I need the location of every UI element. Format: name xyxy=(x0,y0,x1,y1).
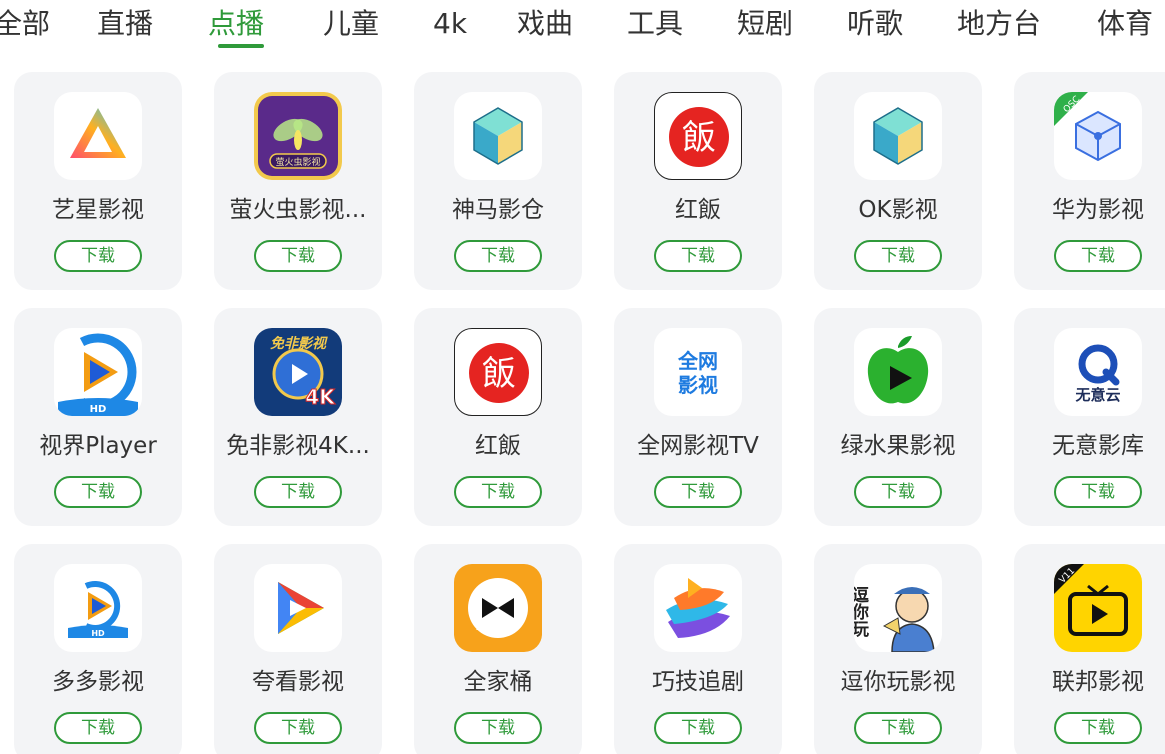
download-button[interactable]: 下载 xyxy=(854,712,942,744)
app-name: 全家桶 xyxy=(463,669,533,695)
app-name: 联邦影视 xyxy=(1052,669,1144,695)
mianfei-4k-icon: 免非影视 4K xyxy=(254,328,342,416)
download-button[interactable]: 下载 xyxy=(654,712,742,744)
app-card[interactable]: 艺星影视 下载 xyxy=(14,72,182,290)
download-button[interactable]: 下载 xyxy=(654,476,742,508)
app-card[interactable]: 无意云 无意影库 下载 xyxy=(1014,308,1165,526)
download-button[interactable]: 下载 xyxy=(1054,476,1142,508)
app-name: 夸看影视 xyxy=(252,669,344,695)
app-card[interactable]: HD 多多影视 下载 xyxy=(14,544,182,754)
svg-text:免非影视: 免非影视 xyxy=(270,335,328,352)
quanjiatong-bowtie-icon xyxy=(454,564,542,652)
app-card[interactable]: 夸看影视 下载 xyxy=(214,544,382,754)
app-name: 巧技追剧 xyxy=(652,669,744,695)
app-card[interactable]: OSC 华为影视 下载 xyxy=(1014,72,1165,290)
app-name: 逗你玩影视 xyxy=(840,669,956,695)
svg-text:无意云: 无意云 xyxy=(1074,386,1120,404)
download-button[interactable]: 下载 xyxy=(454,476,542,508)
app-card[interactable]: 飯 红飯 下载 xyxy=(614,72,782,290)
app-grid: 艺星影视 下载 萤火虫影视 萤火虫影视... 下载 神马影仓 下载 飯 红飯 下… xyxy=(0,0,1165,754)
app-card[interactable]: 萤火虫影视 萤火虫影视... 下载 xyxy=(214,72,382,290)
download-button[interactable]: 下载 xyxy=(1054,712,1142,744)
hongfan-icon: 飯 xyxy=(654,92,742,180)
qiaoji-wave-icon xyxy=(654,564,742,652)
download-button[interactable]: 下载 xyxy=(54,712,142,744)
ok-cube-icon xyxy=(854,92,942,180)
yixing-prism-icon xyxy=(54,92,142,180)
app-name: 免非影视4K... xyxy=(226,433,370,459)
download-button[interactable]: 下载 xyxy=(254,476,342,508)
lianbang-tv-icon: V11 xyxy=(1054,564,1142,652)
app-name: 视界Player xyxy=(39,433,157,459)
svg-text:萤火虫影视: 萤火虫影视 xyxy=(275,156,320,168)
download-button[interactable]: 下载 xyxy=(454,240,542,272)
green-apple-icon xyxy=(854,328,942,416)
app-name: OK影视 xyxy=(858,197,938,223)
app-card[interactable]: V11 联邦影视 下载 xyxy=(1014,544,1165,754)
app-card[interactable]: HD 视界Player 下载 xyxy=(14,308,182,526)
hongfan-icon: 飯 xyxy=(454,328,542,416)
app-card[interactable]: 绿水果影视 下载 xyxy=(814,308,982,526)
svg-text:逗你玩: 逗你玩 xyxy=(854,586,870,638)
app-card[interactable]: 巧技追剧 下载 xyxy=(614,544,782,754)
app-name: 华为影视 xyxy=(1052,197,1144,223)
firefly-icon: 萤火虫影视 xyxy=(254,92,342,180)
app-name: 红飯 xyxy=(675,197,721,223)
wuyiyun-icon: 无意云 xyxy=(1054,328,1142,416)
app-name: 绿水果影视 xyxy=(840,433,956,459)
app-card[interactable]: OK影视 下载 xyxy=(814,72,982,290)
app-card[interactable]: 逗你玩 逗你玩影视 下载 xyxy=(814,544,982,754)
huawei-cube-icon: OSC xyxy=(1054,92,1142,180)
shenma-cube-icon xyxy=(454,92,542,180)
app-card[interactable]: 飯 红飯 下载 xyxy=(414,308,582,526)
download-button[interactable]: 下载 xyxy=(254,240,342,272)
download-button[interactable]: 下载 xyxy=(54,476,142,508)
svg-text:全网: 全网 xyxy=(677,349,718,373)
svg-text:飯: 飯 xyxy=(682,118,716,158)
svg-text:4K: 4K xyxy=(305,385,336,409)
download-button[interactable]: 下载 xyxy=(454,712,542,744)
app-name: 全网影视TV xyxy=(637,433,759,459)
download-button[interactable]: 下载 xyxy=(654,240,742,272)
svg-text:HD: HD xyxy=(91,629,105,638)
app-card[interactable]: 免非影视 4K 免非影视4K... 下载 xyxy=(214,308,382,526)
svg-text:HD: HD xyxy=(90,404,107,415)
download-button[interactable]: 下载 xyxy=(54,240,142,272)
svg-text:影视: 影视 xyxy=(678,373,718,397)
app-card[interactable]: 神马影仓 下载 xyxy=(414,72,582,290)
app-name: 艺星影视 xyxy=(52,197,144,223)
download-button[interactable]: 下载 xyxy=(854,476,942,508)
app-card[interactable]: 全家桶 下载 xyxy=(414,544,582,754)
download-button[interactable]: 下载 xyxy=(1054,240,1142,272)
svg-text:飯: 飯 xyxy=(482,354,516,394)
app-name: 红飯 xyxy=(475,433,521,459)
app-name: 神马影仓 xyxy=(452,197,544,223)
douniwan-cartoon-icon: 逗你玩 xyxy=(854,564,942,652)
download-button[interactable]: 下载 xyxy=(254,712,342,744)
shijie-play-icon: HD xyxy=(54,328,142,416)
kuakan-play-icon xyxy=(254,564,342,652)
app-card[interactable]: 全网 影视 全网影视TV 下载 xyxy=(614,308,782,526)
app-name: 无意影库 xyxy=(1052,433,1144,459)
app-name: 多多影视 xyxy=(52,669,144,695)
app-name: 萤火虫影视... xyxy=(229,197,367,223)
quanwang-text-icon: 全网 影视 xyxy=(654,328,742,416)
duoduo-play-icon: HD xyxy=(54,564,142,652)
download-button[interactable]: 下载 xyxy=(854,240,942,272)
